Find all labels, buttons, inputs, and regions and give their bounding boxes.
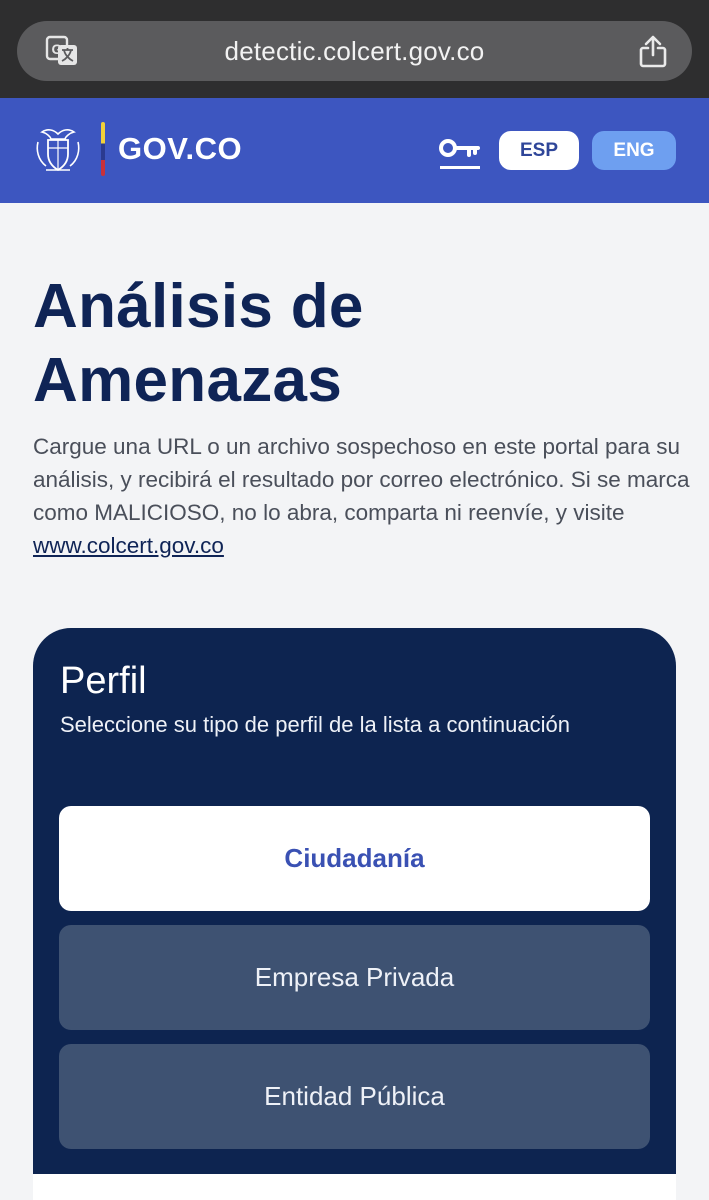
profile-option-empresa-privada[interactable]: Empresa Privada xyxy=(59,925,650,1030)
colcert-link[interactable]: www.colcert.gov.co xyxy=(33,533,224,558)
description-text: Cargue una URL o un archivo sospechoso e… xyxy=(33,434,690,525)
profile-title: Perfil xyxy=(60,660,147,702)
gov-co-logo[interactable]: GOV.CO xyxy=(118,128,242,170)
url-text[interactable]: detectic.colcert.gov.co xyxy=(17,21,692,81)
gov-header: GOV.CO ESP ENG xyxy=(0,98,709,203)
gov-divider xyxy=(101,122,105,176)
coat-of-arms-icon xyxy=(36,129,80,172)
profile-subtitle: Seleccione su tipo de perfil de la lista… xyxy=(60,712,570,737)
share-icon[interactable] xyxy=(638,34,668,68)
browser-toolbar: G detectic.colcert.gov.co xyxy=(0,0,709,98)
profile-card: Perfil Seleccione su tipo de perfil de l… xyxy=(33,628,676,1188)
address-bar[interactable]: G detectic.colcert.gov.co xyxy=(17,21,692,81)
page-title: Análisis de Amenazas xyxy=(33,270,673,418)
profile-option-ciudadania[interactable]: Ciudadanía xyxy=(59,806,650,911)
key-icon[interactable] xyxy=(438,136,482,170)
profile-option-entidad-publica[interactable]: Entidad Pública xyxy=(59,1044,650,1149)
lang-eng-button[interactable]: ENG xyxy=(592,131,676,170)
page-description: Cargue una URL o un archivo sospechoso e… xyxy=(33,430,693,562)
page-title-line2: Amenazas xyxy=(33,346,343,415)
card-footer-strip xyxy=(33,1174,676,1200)
page-title-line1: Análisis de xyxy=(33,272,364,341)
lang-esp-button[interactable]: ESP xyxy=(499,131,579,170)
